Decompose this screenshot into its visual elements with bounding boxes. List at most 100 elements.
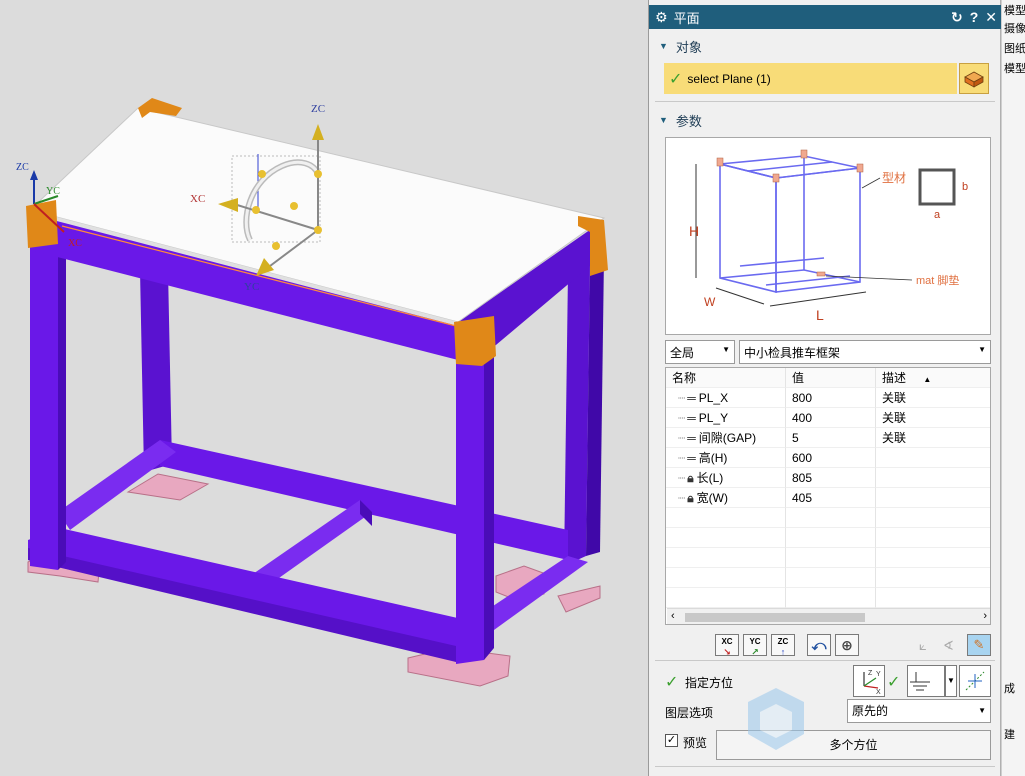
navigator-item[interactable]: 模型: [1004, 60, 1025, 76]
separator: [655, 101, 995, 102]
leg-front-right: [456, 358, 484, 664]
selection-row[interactable]: ✓ select Plane (1): [664, 63, 957, 94]
horizontal-scrollbar[interactable]: ‹ ›: [667, 608, 990, 624]
navigator-item[interactable]: 成: [1004, 680, 1015, 696]
corner-cap: [26, 200, 58, 248]
svg-text:X: X: [876, 689, 881, 696]
paint-orient-button[interactable]: ✎: [967, 634, 991, 656]
table-row-empty: [666, 528, 990, 548]
section-object-header[interactable]: ▼ 对象: [659, 36, 702, 56]
gear-icon[interactable]: ⚙: [655, 9, 668, 26]
xc-orient-button[interactable]: XC ↘: [715, 634, 739, 657]
dim-l-label: L: [816, 307, 824, 323]
param-name: PL_X: [698, 391, 729, 405]
point-orient-button[interactable]: ⊕: [835, 634, 859, 656]
collapse-triangle-icon[interactable]: ▼: [659, 41, 668, 51]
profile-label: 型材: [882, 171, 906, 185]
navigator-item[interactable]: 建: [1004, 726, 1015, 742]
plane-dialog: ⚙ 平面 ↻ ? ✕ ▼ 对象 ✓ select Plane (1) ▼ 参数: [648, 0, 1001, 776]
dim-h-label: H: [689, 223, 699, 239]
frame-diagram-drawing: H W L 型材 b a mat 脚垫: [689, 149, 968, 323]
column-header-desc[interactable]: 描述 ▲: [876, 368, 990, 388]
parameter-table: 名称 值 描述 ▲ ┈ ═ PL_X 800 关联 ┈ ═ PL_Y 400 关联 ┈ ═…: [665, 367, 991, 625]
multi-orient-label: 多个方位: [829, 738, 878, 752]
yc-label: YC: [749, 637, 761, 646]
param-value[interactable]: 600: [786, 448, 876, 468]
equals-icon: ═: [687, 451, 696, 465]
manipulator-z-handle[interactable]: [312, 124, 324, 140]
profile-leader: [861, 177, 881, 189]
template-select[interactable]: 中小检具推车框架 ▼: [739, 340, 991, 364]
preview-checkbox[interactable]: ✓: [665, 734, 678, 747]
param-value[interactable]: 800: [786, 388, 876, 408]
template-select-value: 中小检具推车框架: [744, 345, 841, 360]
axis-disabled-icon: ⟀: [919, 638, 927, 653]
point-constructor-button[interactable]: [959, 665, 991, 697]
table-row[interactable]: ┈ 🔒︎ 宽(W) 405: [666, 488, 990, 508]
navigator-item[interactable]: 图纸: [1004, 40, 1025, 56]
scroll-left-icon[interactable]: ‹: [671, 610, 675, 622]
section-params-header[interactable]: ▼ 参数: [659, 110, 702, 130]
param-value[interactable]: 805: [786, 468, 876, 488]
param-desc: [876, 488, 990, 508]
param-desc: [876, 468, 990, 488]
select-object-button[interactable]: [959, 63, 989, 94]
lock-icon: 🔒︎: [687, 471, 694, 485]
dim-w-label: W: [704, 295, 716, 309]
column-header-value[interactable]: 值: [786, 368, 876, 388]
manipulator-ball[interactable]: [272, 242, 280, 250]
wcs-zc-label: ZC: [16, 162, 29, 173]
flip-direction-button[interactable]: ⤺: [807, 634, 831, 656]
crosshair-icon: ⊕: [841, 637, 853, 653]
param-value[interactable]: 400: [786, 408, 876, 428]
manipulator-ball[interactable]: [314, 226, 322, 234]
manipulator-ball[interactable]: [258, 170, 266, 178]
table-row[interactable]: ┈ ═ 间隙(GAP) 5 关联: [666, 428, 990, 448]
reset-icon[interactable]: ↻: [951, 9, 963, 26]
table-row[interactable]: ┈ 🔒︎ 长(L) 805: [666, 468, 990, 488]
layer-options-select[interactable]: 原先的 ▼: [847, 699, 991, 723]
scope-select[interactable]: 全局 ▼: [665, 340, 735, 364]
navigator-item[interactable]: 摄像: [1004, 20, 1025, 36]
table-row[interactable]: ┈ ═ 高(H) 600: [666, 448, 990, 468]
red-arrow-icon: ↘: [723, 647, 731, 657]
graphics-viewport[interactable]: ZC XC YC ZC XC YC: [0, 0, 648, 776]
help-icon[interactable]: ?: [970, 9, 979, 25]
part-navigator-edge[interactable]: 模型视图 摄像 图纸 模型 成 建: [1001, 0, 1025, 776]
scroll-right-icon[interactable]: ›: [983, 610, 987, 622]
collapse-triangle-icon[interactable]: ▼: [659, 115, 668, 125]
table-row[interactable]: ┈ ═ PL_X 800 关联: [666, 388, 990, 408]
svg-text:Z: Z: [868, 670, 873, 677]
column-header-name[interactable]: 名称: [666, 368, 786, 388]
multi-orient-button[interactable]: 多个方位: [716, 730, 991, 760]
orient-method-button[interactable]: [907, 665, 945, 697]
dialog-titlebar[interactable]: ⚙ 平面 ↻ ? ✕: [649, 5, 1001, 29]
param-desc: 关联: [876, 408, 990, 428]
leg-back-right: [564, 262, 590, 566]
tree-branch: ┈: [678, 431, 686, 445]
navigator-item[interactable]: 模型视图: [1004, 2, 1025, 18]
orient-method-dropdown[interactable]: ▼: [945, 665, 957, 697]
xc-label: XC: [721, 637, 733, 646]
frame-model[interactable]: ZC XC YC ZC XC YC: [0, 0, 648, 776]
param-value[interactable]: 405: [786, 488, 876, 508]
manipulator-ball[interactable]: [252, 206, 260, 214]
tree-branch: ┈: [678, 411, 686, 425]
manipulator-ball[interactable]: [290, 202, 298, 210]
table-row[interactable]: ┈ ═ PL_Y 400 关联: [666, 408, 990, 428]
close-icon[interactable]: ✕: [985, 9, 997, 26]
zc-orient-button[interactable]: ZC ↑: [771, 634, 795, 657]
chevron-down-icon: ▼: [947, 676, 955, 685]
manipulator-ball[interactable]: [314, 170, 322, 178]
chevron-down-icon: ▼: [978, 345, 986, 354]
equals-icon: ═: [687, 431, 696, 445]
csys-dialog-button[interactable]: Z Y X: [853, 665, 885, 697]
scrollbar-thumb[interactable]: [685, 613, 865, 622]
param-value[interactable]: 5: [786, 428, 876, 448]
blue-arrow-icon: ↑: [780, 647, 786, 657]
param-name: 高(H): [698, 451, 728, 465]
angle-disabled-icon: ∢: [943, 638, 954, 653]
triad-yc-label: YC: [244, 281, 259, 293]
yc-orient-button[interactable]: YC ↗: [743, 634, 767, 657]
tree-branch: ┈: [678, 391, 686, 405]
